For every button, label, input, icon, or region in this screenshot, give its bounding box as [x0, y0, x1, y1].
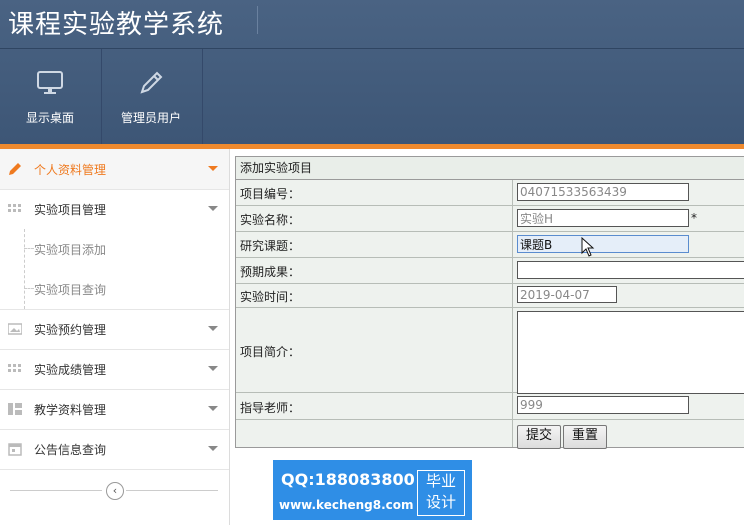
form-row-name: 实验名称： *	[236, 206, 744, 232]
submenu-connector	[24, 288, 34, 289]
sidebar-item-announcements[interactable]: 公告信息查询	[0, 429, 229, 470]
show-desktop-button[interactable]: 显示桌面	[0, 49, 100, 144]
watermark-tag-line: 设计	[425, 493, 456, 511]
chevron-down-icon	[208, 166, 218, 171]
column-divider	[512, 284, 513, 307]
watermark-qq: QQ:188083800	[281, 470, 415, 489]
sidebar-item-label: 教学资料管理	[34, 403, 107, 417]
form-row-intro: 项目简介：	[236, 308, 744, 394]
sidebar-item-reservations[interactable]: 实验预约管理	[0, 309, 229, 350]
app-header: 课程实验教学系统 显示桌面 管理员用户	[0, 0, 744, 144]
sidebar-item-label: 个人资料管理	[34, 163, 107, 177]
submit-button[interactable]: 提交	[517, 425, 561, 449]
chevron-down-icon	[208, 446, 218, 451]
layout-icon	[8, 403, 22, 415]
column-divider	[512, 420, 513, 447]
submenu-projects: 实验项目添加 实验项目查询	[0, 229, 229, 310]
research-topic-input[interactable]	[517, 235, 689, 253]
time-label: 实验时间：	[240, 290, 301, 304]
collapse-rule-left	[10, 490, 102, 491]
admin-user-label: 管理员用户	[120, 111, 181, 125]
submenu-connector	[24, 248, 34, 249]
watermark-banner: QQ:188083800 www.kecheng8.com 毕业 设计	[273, 460, 472, 520]
form-row-outcome: 预期成果：	[236, 258, 744, 284]
project-intro-textarea[interactable]	[517, 311, 744, 394]
required-mark: *	[691, 211, 697, 225]
form-row-time: 实验时间：	[236, 284, 744, 308]
form-row-code: 项目编号：	[236, 180, 744, 206]
column-divider	[512, 232, 513, 257]
submenu-item-query-project[interactable]: 实验项目查询	[24, 269, 224, 309]
show-desktop-label: 显示桌面	[25, 111, 74, 125]
sidebar-item-profile[interactable]: 个人资料管理	[0, 149, 229, 190]
column-divider	[512, 308, 513, 392]
sidebar-item-label: 公告信息查询	[34, 443, 107, 457]
grid-icon	[8, 204, 21, 212]
add-project-form: 添加实验项目 项目编号： 实验名称： * 研究课题： 预期成果： 实验时间： 项…	[235, 156, 744, 449]
chevron-down-icon	[208, 326, 218, 331]
sidebar-collapse-button[interactable]: ‹	[106, 482, 124, 500]
watermark-url: www.kecheng8.com	[279, 498, 414, 512]
experiment-name-input[interactable]	[517, 209, 689, 227]
image-icon	[8, 323, 22, 335]
intro-label: 项目简介：	[240, 345, 301, 359]
calendar-icon	[8, 443, 22, 456]
title-divider	[257, 6, 258, 34]
project-code-input[interactable]	[517, 183, 689, 201]
chevron-down-icon	[208, 366, 218, 371]
teacher-label: 指导老师：	[240, 401, 301, 415]
form-row-teacher: 指导老师：	[236, 393, 744, 420]
sidebar: 个人资料管理 实验项目管理 实验项目添加 实验项目查询 实验预约管理 实验成绩管…	[0, 149, 230, 525]
form-row-actions	[236, 420, 744, 447]
outcome-label: 预期成果：	[240, 265, 301, 279]
mouse-cursor-icon	[581, 237, 595, 257]
sidebar-item-materials[interactable]: 教学资料管理	[0, 389, 229, 430]
toolbar-separator	[202, 49, 203, 144]
watermark-tag: 毕业 设计	[417, 470, 465, 516]
column-divider	[512, 180, 513, 205]
expected-outcome-input[interactable]	[517, 261, 744, 279]
chevron-down-icon	[208, 406, 218, 411]
grid-icon	[8, 364, 21, 372]
form-row-topic: 研究课题：	[236, 232, 744, 258]
code-label: 项目编号：	[240, 187, 301, 201]
reset-button[interactable]: 重置	[563, 425, 607, 449]
column-divider	[512, 393, 513, 419]
sidebar-item-label: 实验项目管理	[34, 203, 107, 217]
pencil-icon	[140, 71, 163, 94]
column-divider	[512, 258, 513, 283]
name-label: 实验名称：	[240, 213, 301, 227]
pencil-icon	[9, 163, 21, 175]
advisor-input[interactable]	[517, 396, 689, 414]
watermark-tag-line: 毕业	[425, 472, 456, 490]
sidebar-item-grades[interactable]: 实验成绩管理	[0, 349, 229, 390]
monitor-icon	[37, 71, 63, 94]
topic-label: 研究课题：	[240, 239, 301, 253]
sidebar-item-label: 实验成绩管理	[34, 363, 107, 377]
submenu-item-label: 实验项目添加	[34, 243, 107, 257]
collapse-rule-right	[126, 490, 218, 491]
experiment-date-input[interactable]	[517, 286, 617, 303]
sidebar-item-projects[interactable]: 实验项目管理	[0, 189, 229, 229]
form-title: 添加实验项目	[236, 157, 744, 180]
chevron-down-icon	[208, 206, 218, 211]
app-title: 课程实验教学系统	[8, 10, 225, 40]
admin-user-button[interactable]: 管理员用户	[101, 49, 201, 144]
sidebar-item-label: 实验预约管理	[34, 323, 107, 337]
submenu-item-add-project[interactable]: 实验项目添加	[24, 229, 224, 269]
column-divider	[512, 206, 513, 231]
submenu-item-label: 实验项目查询	[34, 283, 107, 297]
